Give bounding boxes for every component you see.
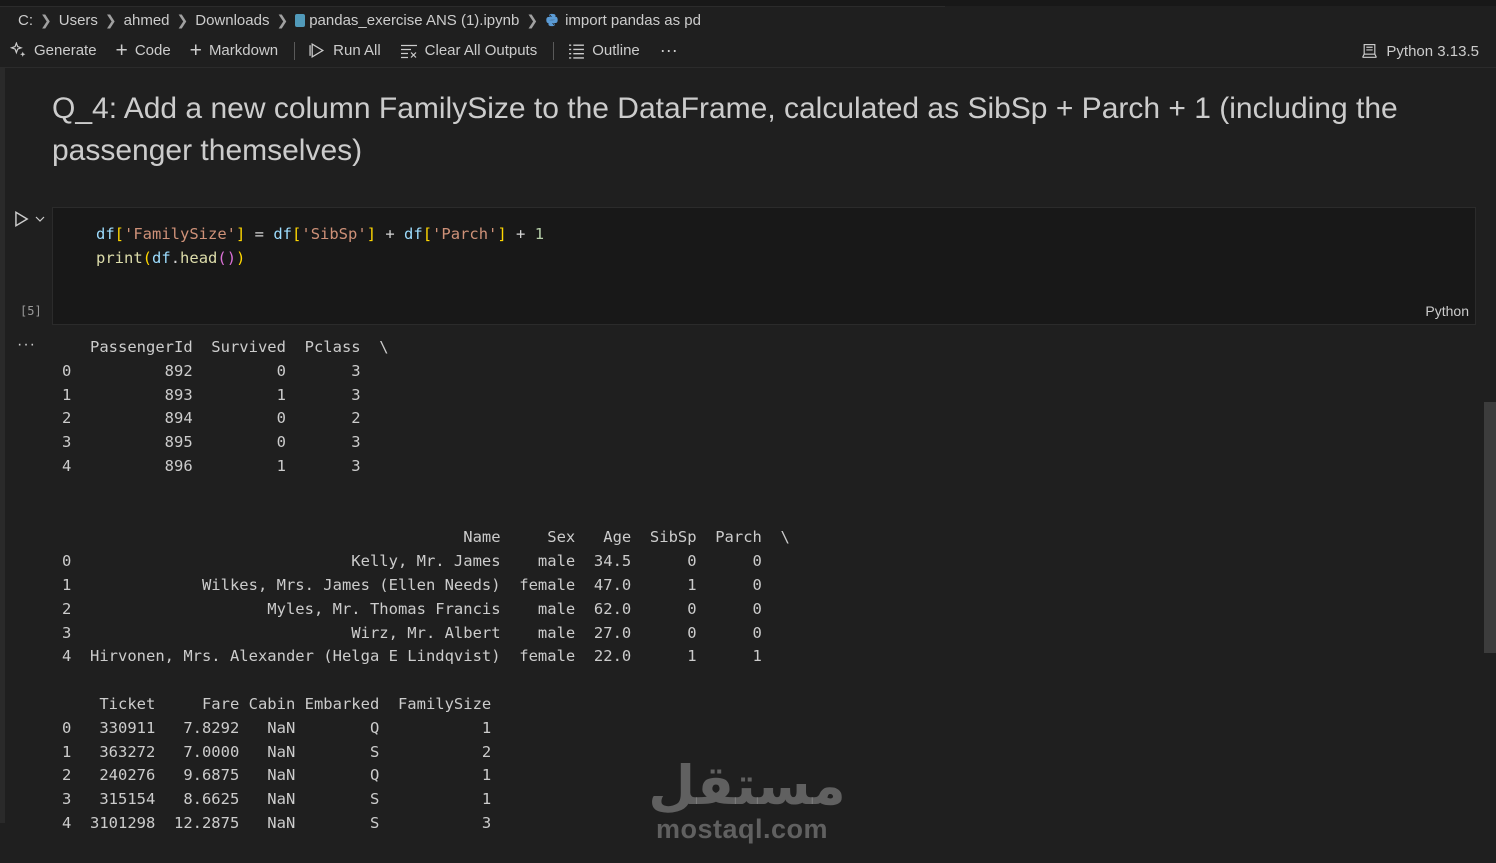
code-token: head xyxy=(180,249,218,267)
breadcrumb-cell[interactable]: import pandas as pd xyxy=(545,12,701,29)
code-cell-editor[interactable]: df['FamilySize'] = df['SibSp'] + df['Par… xyxy=(52,207,1476,325)
kernel-label: Python 3.13.5 xyxy=(1386,42,1479,60)
code-token: 'Parch' xyxy=(432,225,498,243)
code-token: ) xyxy=(236,249,246,267)
notebook-file-icon xyxy=(295,13,306,27)
generate-label: Generate xyxy=(34,42,97,59)
chevron-right-icon: ❯ xyxy=(526,11,539,28)
sparkle-icon xyxy=(10,42,27,59)
code-label: Code xyxy=(134,42,171,59)
python-icon xyxy=(546,13,558,27)
breadcrumb-downloads[interactable]: Downloads xyxy=(195,12,269,29)
breadcrumb-drive[interactable]: C: xyxy=(18,12,33,29)
kernel-picker[interactable]: Python 3.13.5 xyxy=(1361,34,1479,68)
notebook-toolbar: Generate + Code + Markdown Run All Clear… xyxy=(0,34,1496,68)
code-token: + xyxy=(506,225,535,243)
ellipsis-icon: ··· xyxy=(659,40,678,60)
breadcrumb-cell-label: import pandas as pd xyxy=(565,11,701,29)
cell-language-label[interactable]: Python xyxy=(1425,303,1469,319)
code-line-2: print(df.head()) xyxy=(96,246,544,270)
markdown-label: Markdown xyxy=(208,42,279,59)
code-token: df xyxy=(273,225,293,243)
code-token: df xyxy=(404,225,423,243)
watermark-latin-text: mostaql.com xyxy=(656,814,829,844)
code-token: 1 xyxy=(534,225,545,243)
code-token: ] xyxy=(236,225,246,243)
plus-icon: + xyxy=(189,39,202,62)
outline-button[interactable]: Outline xyxy=(568,34,640,67)
vertical-scrollbar-thumb[interactable] xyxy=(1484,402,1496,653)
cell-run-controls xyxy=(12,210,46,228)
code-token: 'FamilySize' xyxy=(124,225,236,243)
add-markdown-cell-button[interactable]: + Markdown xyxy=(190,34,278,67)
code-token: ] xyxy=(497,225,507,243)
breadcrumb-ahmed[interactable]: ahmed xyxy=(124,12,170,29)
clear-all-icon xyxy=(400,42,418,59)
run-cell-icon[interactable] xyxy=(12,210,30,228)
chevron-right-icon: ❯ xyxy=(176,11,189,28)
markdown-cell-heading[interactable]: Q_4: Add a new column FamilySize to the … xyxy=(52,88,1462,172)
list-icon xyxy=(568,42,585,59)
code-token: [ xyxy=(114,225,125,243)
add-code-cell-button[interactable]: + Code xyxy=(116,34,171,67)
toolbar-divider xyxy=(294,41,296,60)
generate-button[interactable]: Generate xyxy=(10,34,97,67)
code-token: () xyxy=(217,249,237,267)
breadcrumb-users[interactable]: Users xyxy=(59,12,98,29)
outline-label: Outline xyxy=(592,42,640,59)
clear-all-outputs-button[interactable]: Clear All Outputs xyxy=(400,34,538,67)
tab-strip-edge xyxy=(0,0,1496,7)
code-line-1: df['FamilySize'] = df['SibSp'] + df['Par… xyxy=(96,222,544,246)
kernel-icon xyxy=(1361,43,1378,60)
notebook-editor: C: ❯ Users ❯ ahmed ❯ Downloads ❯ pandas_… xyxy=(0,0,1496,863)
chevron-right-icon: ❯ xyxy=(276,11,289,28)
code-token: [ xyxy=(422,225,433,243)
chevron-down-icon[interactable] xyxy=(34,213,46,225)
code-token: df xyxy=(152,249,171,267)
output-actions-button[interactable]: ··· xyxy=(17,336,36,354)
breadcrumb-file[interactable]: pandas_exercise ANS (1).ipynb xyxy=(295,12,519,29)
cell-gutter xyxy=(0,68,5,823)
run-all-button[interactable]: Run All xyxy=(309,34,381,67)
code-token: + xyxy=(376,225,405,243)
code-content[interactable]: df['FamilySize'] = df['SibSp'] + df['Par… xyxy=(96,222,544,270)
clear-all-outputs-label: Clear All Outputs xyxy=(424,42,538,59)
watermark-arabic-logo: مستقل xyxy=(648,754,846,817)
code-token: = xyxy=(245,225,274,243)
breadcrumb-file-label: pandas_exercise ANS (1).ipynb xyxy=(309,11,520,29)
code-token: [ xyxy=(292,225,302,243)
code-token: ( xyxy=(142,249,153,267)
code-token: df xyxy=(96,225,115,243)
toolbar-divider xyxy=(553,41,555,60)
code-token: 'SibSp' xyxy=(301,225,367,243)
execution-count: [5] xyxy=(20,304,42,318)
more-actions-button[interactable]: ··· xyxy=(660,34,678,67)
run-all-icon xyxy=(309,42,326,59)
chevron-right-icon: ❯ xyxy=(104,11,117,28)
chevron-right-icon: ❯ xyxy=(40,11,52,28)
plus-icon: + xyxy=(115,39,128,62)
code-token: print xyxy=(96,249,143,267)
run-all-label: Run All xyxy=(333,42,381,59)
watermark-arabic-text: مستقل xyxy=(648,754,846,817)
code-token: . xyxy=(170,249,181,267)
code-token: ] xyxy=(366,225,377,243)
watermark-logo: مستقل mostaql.com xyxy=(640,752,855,852)
